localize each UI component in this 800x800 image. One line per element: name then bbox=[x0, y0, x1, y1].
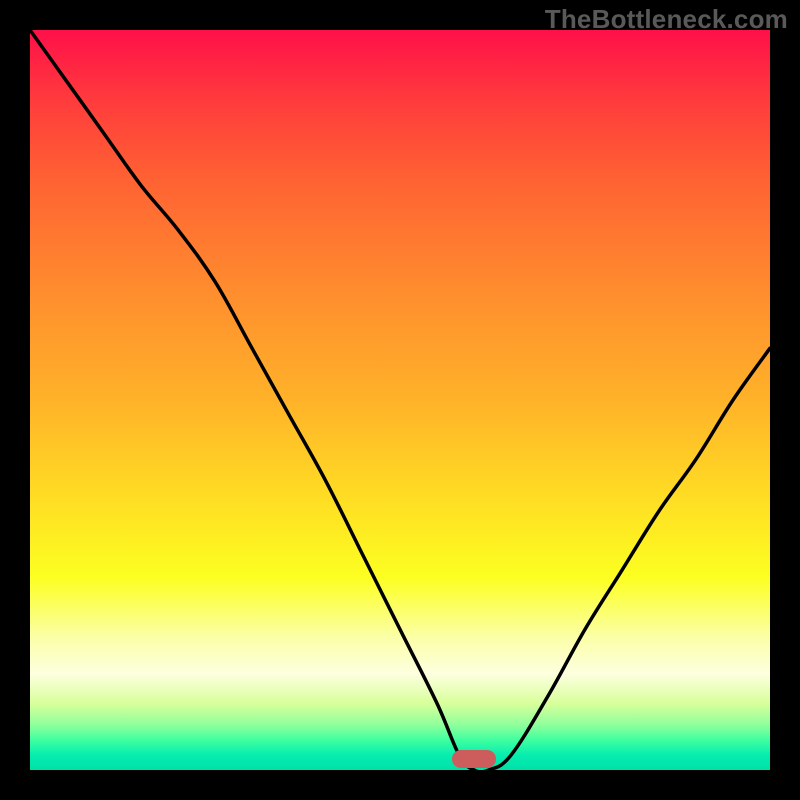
bottleneck-curve bbox=[30, 30, 770, 770]
chart-plot-area bbox=[30, 30, 770, 770]
optimal-range-marker bbox=[452, 750, 496, 768]
watermark-text: TheBottleneck.com bbox=[545, 4, 788, 35]
